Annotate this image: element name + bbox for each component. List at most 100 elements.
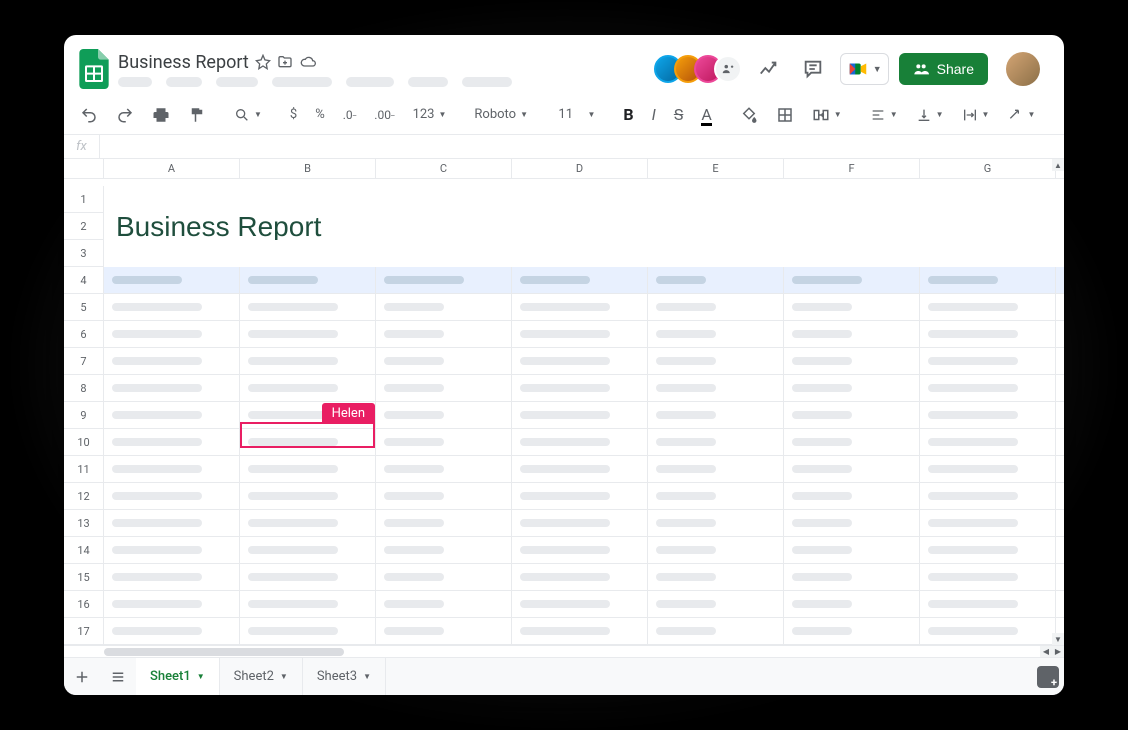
cell[interactable]	[648, 591, 784, 618]
cell[interactable]	[104, 618, 240, 645]
number-format-dropdown[interactable]: 123▼	[409, 105, 451, 124]
undo-icon[interactable]	[76, 102, 102, 128]
account-avatar[interactable]	[1006, 52, 1040, 86]
cloud-status-icon[interactable]	[299, 54, 317, 70]
sheets-logo-icon[interactable]	[78, 49, 110, 89]
cell[interactable]	[376, 618, 512, 645]
cell[interactable]	[376, 348, 512, 375]
cell[interactable]	[648, 375, 784, 402]
cell[interactable]	[240, 375, 376, 402]
menu-item[interactable]	[346, 77, 394, 87]
cell[interactable]: Business Report	[104, 213, 1064, 240]
cell[interactable]	[920, 321, 1056, 348]
cell[interactable]	[240, 267, 376, 294]
cell[interactable]	[512, 429, 648, 456]
cell[interactable]	[920, 618, 1056, 645]
cell[interactable]	[104, 456, 240, 483]
sheet-tab[interactable]: Sheet1▼	[136, 658, 220, 695]
cell[interactable]	[648, 618, 784, 645]
menu-item[interactable]	[118, 77, 152, 87]
menu-item[interactable]	[166, 77, 202, 87]
cell[interactable]	[648, 456, 784, 483]
cell[interactable]	[784, 321, 920, 348]
cell[interactable]	[376, 321, 512, 348]
cell[interactable]	[920, 456, 1056, 483]
bold-icon[interactable]: B	[619, 101, 637, 128]
cell[interactable]	[648, 537, 784, 564]
cell[interactable]	[512, 591, 648, 618]
sheet-tab[interactable]: Sheet2▼	[220, 658, 303, 695]
move-folder-icon[interactable]	[277, 54, 293, 70]
cell[interactable]	[920, 429, 1056, 456]
cell[interactable]	[920, 348, 1056, 375]
scroll-down-icon[interactable]: ▼	[1052, 633, 1064, 645]
collaborator-avatars[interactable]	[654, 55, 742, 83]
cell[interactable]	[920, 483, 1056, 510]
increase-decimal-icon[interactable]: .00_	[370, 104, 398, 126]
column-header[interactable]: A	[104, 159, 240, 179]
all-sheets-button[interactable]	[100, 658, 136, 695]
cell[interactable]	[104, 240, 1064, 267]
cell[interactable]	[104, 510, 240, 537]
grid[interactable]: ABCDEFGH12Business Report345678910111213…	[64, 159, 1064, 645]
cell[interactable]	[376, 537, 512, 564]
cell[interactable]	[920, 294, 1056, 321]
cell[interactable]	[376, 591, 512, 618]
cell[interactable]	[648, 564, 784, 591]
cell[interactable]	[376, 402, 512, 429]
cell[interactable]	[104, 186, 1064, 213]
menu-item[interactable]	[408, 77, 448, 87]
cell[interactable]	[512, 267, 648, 294]
cell[interactable]	[104, 429, 240, 456]
font-size-dropdown[interactable]: 11 ▼	[554, 105, 599, 124]
cell[interactable]	[784, 402, 920, 429]
column-header[interactable]: E	[648, 159, 784, 179]
column-header[interactable]: G	[920, 159, 1056, 179]
row-header[interactable]: 8	[64, 375, 104, 402]
cell[interactable]	[376, 483, 512, 510]
cell[interactable]	[104, 591, 240, 618]
cell[interactable]	[512, 510, 648, 537]
cell[interactable]	[104, 294, 240, 321]
strikethrough-icon[interactable]: S	[670, 101, 688, 128]
cell[interactable]	[784, 537, 920, 564]
share-button[interactable]: Share	[899, 53, 988, 85]
cell[interactable]	[512, 402, 648, 429]
cell[interactable]	[240, 294, 376, 321]
row-header[interactable]: 11	[64, 456, 104, 483]
cell[interactable]	[104, 321, 240, 348]
scroll-left-icon[interactable]: ◀	[1040, 646, 1052, 658]
scroll-up-icon[interactable]: ▲	[1052, 159, 1064, 171]
print-icon[interactable]	[148, 102, 174, 128]
cell[interactable]	[376, 456, 512, 483]
decrease-decimal-icon[interactable]: .0_	[339, 104, 361, 126]
percent-icon[interactable]: %	[311, 103, 329, 126]
scroll-right-icon[interactable]: ▶	[1052, 646, 1064, 658]
cell[interactable]	[376, 510, 512, 537]
row-header[interactable]: 5	[64, 294, 104, 321]
menu-item[interactable]	[272, 77, 332, 87]
italic-icon[interactable]: I	[648, 101, 660, 128]
cell[interactable]	[784, 618, 920, 645]
menu-item[interactable]	[216, 77, 258, 87]
cell[interactable]	[104, 402, 240, 429]
cell[interactable]	[512, 294, 648, 321]
cell[interactable]	[512, 618, 648, 645]
cell[interactable]	[240, 402, 376, 429]
star-icon[interactable]	[255, 54, 271, 70]
horizontal-scrollbar[interactable]: ◀ ▶	[64, 645, 1064, 657]
sheet-tab[interactable]: Sheet3▼	[303, 658, 386, 695]
redo-icon[interactable]	[112, 102, 138, 128]
cell[interactable]	[648, 321, 784, 348]
cell[interactable]	[512, 456, 648, 483]
column-header[interactable]: D	[512, 159, 648, 179]
cell[interactable]	[784, 294, 920, 321]
cell[interactable]	[104, 483, 240, 510]
merge-cells-dropdown[interactable]: ▼	[808, 104, 846, 126]
row-header[interactable]: 16	[64, 591, 104, 618]
cell[interactable]	[920, 375, 1056, 402]
add-sheet-button[interactable]	[64, 658, 100, 695]
vertical-scrollbar[interactable]: ▲ ▼	[1052, 159, 1064, 645]
cell[interactable]	[240, 618, 376, 645]
cell[interactable]	[648, 348, 784, 375]
